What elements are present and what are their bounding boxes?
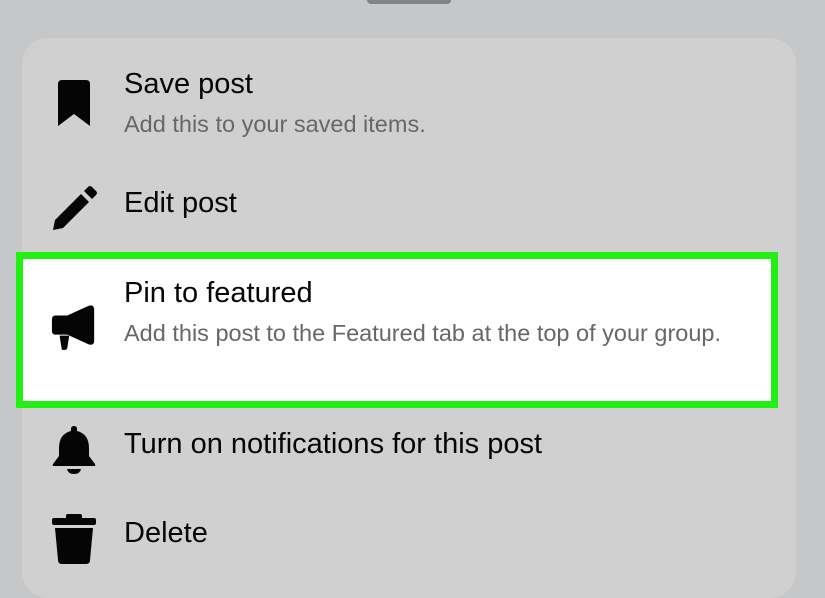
megaphone-icon — [50, 303, 98, 351]
menu-item-description: Add this post to the Featured tab at the… — [124, 320, 722, 346]
menu-item-edit-post[interactable]: Edit post — [22, 185, 796, 235]
menu-item-save-post[interactable]: Save post Add this to your saved items. — [22, 66, 796, 156]
pencil-icon — [50, 185, 98, 233]
menu-item-title: Delete — [124, 517, 208, 549]
menu-item-title: Edit post — [124, 187, 237, 219]
bell-icon — [50, 426, 98, 474]
menu-item-pin-to-featured[interactable]: Pin to featured Add this post to the Fea… — [16, 252, 778, 408]
drag-handle[interactable] — [367, 0, 451, 4]
trash-icon — [50, 514, 98, 564]
menu-item-description: Add this to your saved items. — [124, 111, 426, 137]
menu-item-delete[interactable]: Delete — [22, 514, 796, 570]
menu-item-title: Turn on notifications for this post — [124, 428, 543, 460]
menu-item-title: Save post — [124, 68, 253, 100]
menu-item-turn-on-notifications[interactable]: Turn on notifications for this post — [22, 426, 796, 476]
bookmark-icon — [50, 80, 98, 128]
menu-item-title: Pin to featured — [124, 277, 313, 309]
